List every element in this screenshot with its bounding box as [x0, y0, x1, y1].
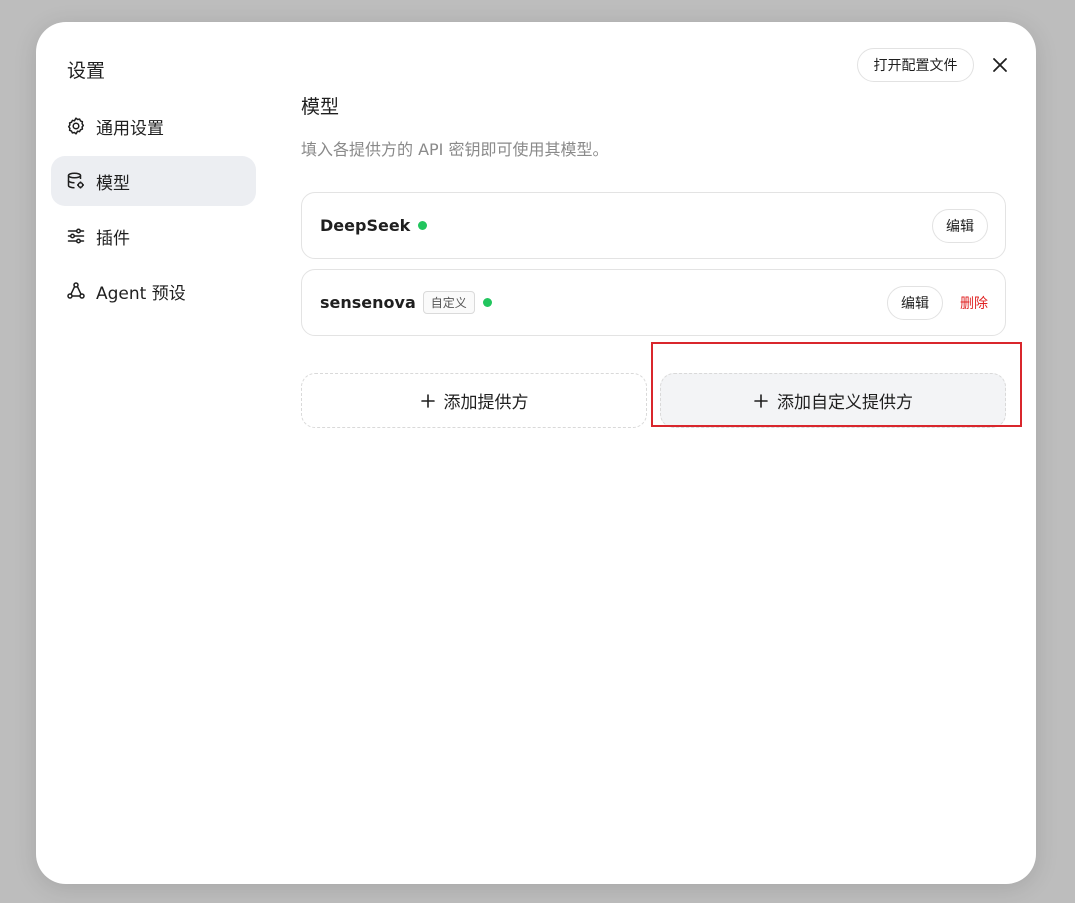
plus-icon: [420, 393, 436, 409]
provider-card-sensenova: sensenova 自定义 编辑 删除: [301, 269, 1006, 336]
modal-title: 设置: [67, 60, 106, 82]
status-dot: [482, 298, 492, 307]
sidebar-item-plugins[interactable]: 插件: [51, 211, 256, 261]
provider-card-deepseek: DeepSeek 编辑: [301, 192, 1006, 259]
database-gear-icon: [66, 171, 86, 191]
edit-button[interactable]: 编辑: [932, 208, 988, 243]
add-custom-provider-button[interactable]: 添加自定义提供方: [660, 373, 1006, 428]
sidebar-item-models[interactable]: 模型: [51, 156, 256, 206]
settings-sidebar: 通用设置 模型 插件 Agent 预设: [51, 101, 256, 321]
add-provider-button[interactable]: 添加提供方: [301, 373, 647, 428]
section-title: 模型: [301, 96, 340, 118]
edit-button[interactable]: 编辑: [887, 285, 943, 320]
provider-name: DeepSeek: [320, 216, 411, 235]
gear-icon: [66, 116, 86, 136]
sidebar-item-label: 通用设置: [96, 118, 164, 139]
add-custom-provider-label: 添加自定义提供方: [777, 393, 913, 413]
section-description: 填入各提供方的 API 密钥即可使用其模型。: [301, 140, 609, 159]
sidebar-item-label: 模型: [96, 173, 130, 194]
sidebar-item-agent-presets[interactable]: Agent 预设: [51, 266, 256, 316]
close-button[interactable]: [987, 52, 1013, 78]
open-config-file-button[interactable]: 打开配置文件: [857, 48, 974, 82]
close-icon: [993, 58, 1007, 72]
custom-tag: 自定义: [422, 291, 475, 314]
plus-icon: [753, 393, 769, 409]
models-panel: 模型 填入各提供方的 API 密钥即可使用其模型。 DeepSeek 编辑 se…: [301, 94, 1006, 428]
sliders-icon: [66, 226, 86, 246]
settings-modal: 设置 打开配置文件 通用设置 模型 插件 Agent 预设 模型 填入各提供方的…: [36, 22, 1036, 884]
network-icon: [66, 281, 86, 301]
sidebar-item-label: 插件: [96, 228, 130, 249]
provider-name: sensenova: [320, 293, 416, 312]
add-provider-label: 添加提供方: [443, 393, 529, 413]
sidebar-item-label: Agent 预设: [96, 283, 186, 304]
delete-button[interactable]: 删除: [960, 293, 988, 313]
sidebar-item-general[interactable]: 通用设置: [51, 101, 256, 151]
status-dot: [418, 221, 428, 230]
